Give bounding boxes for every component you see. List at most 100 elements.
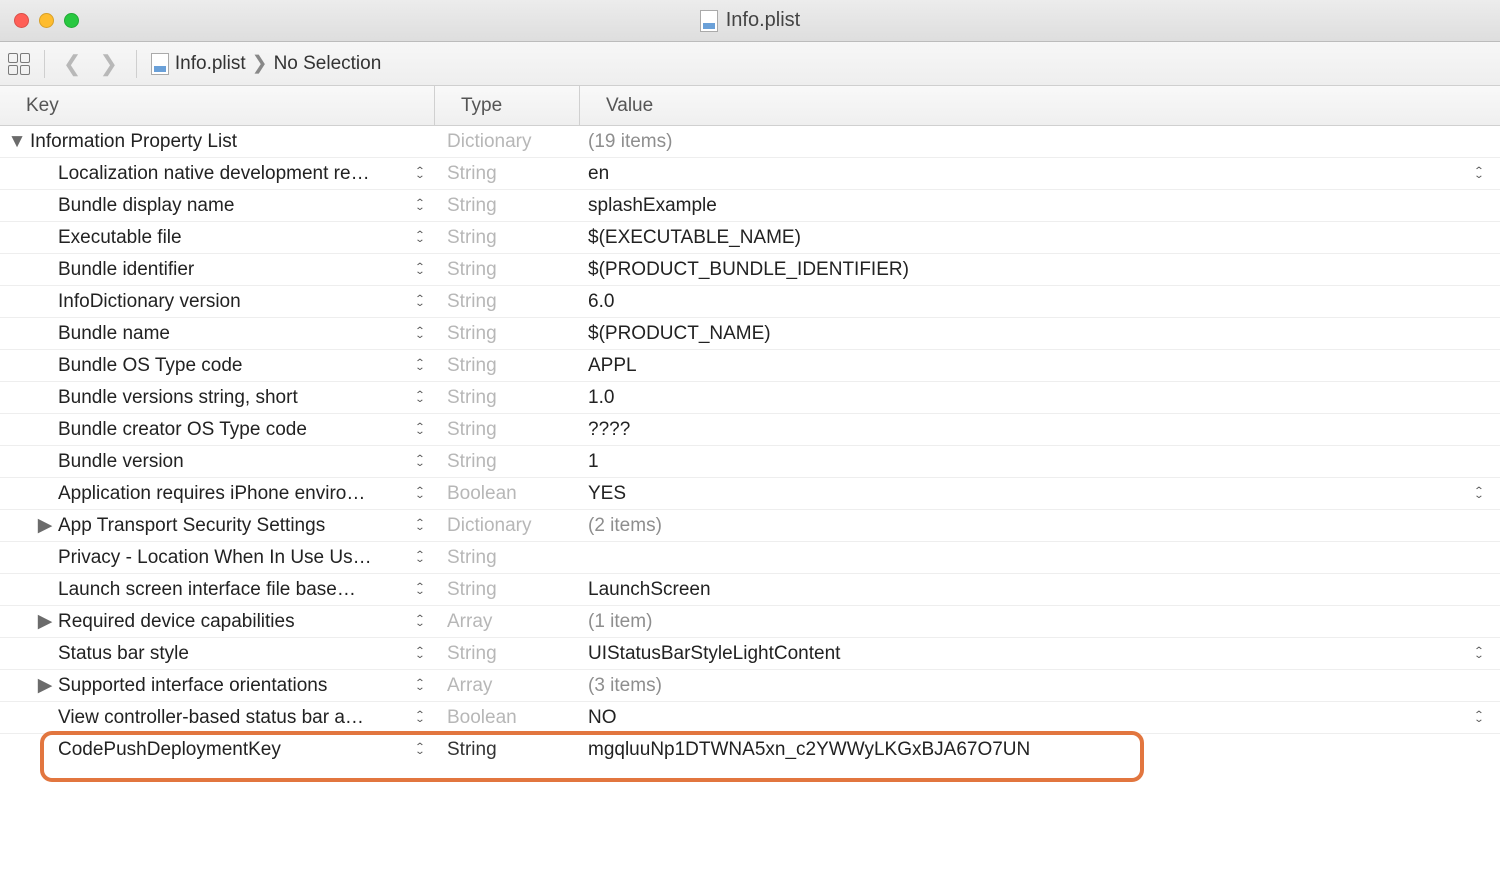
table-row[interactable]: Bundle name String$(PRODUCT_NAME)	[0, 318, 1500, 350]
value-text[interactable]: en	[580, 163, 1500, 185]
table-row[interactable]: Bundle display nameStringsplashExample	[0, 190, 1500, 222]
table-row[interactable]: ▶ App Transport Security Settings Dictiona…	[0, 510, 1500, 542]
key-stepper[interactable]	[413, 709, 427, 727]
nav-forward-button[interactable]: ❯	[95, 51, 121, 77]
value-text[interactable]: YES	[580, 483, 1500, 505]
value-stepper[interactable]	[1472, 645, 1486, 663]
window-titlebar: Info.plist	[0, 0, 1500, 42]
key-stepper[interactable]	[413, 357, 427, 375]
table-row[interactable]: Bundle creator OS Type codeString????	[0, 414, 1500, 446]
key-stepper[interactable]	[413, 581, 427, 599]
key-stepper[interactable]	[413, 421, 427, 439]
key-text: Bundle name	[58, 323, 170, 345]
table-row[interactable]: ▶Required device capabilitiesArray(1 ite…	[0, 606, 1500, 638]
table-row[interactable]: CodePushDeploymentKeyStringmgqluuNp1DTWN…	[0, 734, 1500, 766]
table-row[interactable]: Bundle versionString1	[0, 446, 1500, 478]
plist-file-icon	[151, 53, 169, 75]
value-text[interactable]: 1	[580, 451, 1500, 473]
value-text[interactable]: 6.0	[580, 291, 1500, 313]
value-text[interactable]: ????	[580, 419, 1500, 441]
key-stepper[interactable]	[413, 645, 427, 663]
table-row[interactable]: Bundle OS Type codeStringAPPL	[0, 350, 1500, 382]
value-text[interactable]: (1 item)	[580, 611, 1500, 633]
navigation-bar: ❮ ❯ Info.plist ❯ No Selection	[0, 42, 1500, 86]
key-stepper[interactable]	[413, 325, 427, 343]
key-stepper[interactable]	[413, 453, 427, 471]
key-stepper[interactable]	[413, 517, 427, 535]
key-text: Application requires iPhone enviro…	[58, 483, 365, 505]
value-text[interactable]: $(PRODUCT_BUNDLE_IDENTIFIER)	[580, 259, 1500, 281]
key-stepper[interactable]	[413, 549, 427, 567]
key-stepper[interactable]	[413, 293, 427, 311]
value-text[interactable]: mgqluuNp1DTWNA5xn_c2YWWyLKGxBJA67O7UN	[580, 739, 1500, 761]
zoom-button[interactable]	[64, 13, 79, 28]
table-row[interactable]: Bundle versions string, shortString1.0	[0, 382, 1500, 414]
nav-back-button[interactable]: ❮	[59, 51, 85, 77]
breadcrumb[interactable]: Info.plist ❯ No Selection	[151, 52, 381, 75]
value-text[interactable]: $(PRODUCT_NAME)	[580, 323, 1500, 345]
key-stepper[interactable]	[413, 741, 427, 759]
related-items-icon[interactable]	[8, 53, 30, 75]
value-text[interactable]: (2 items)	[580, 515, 1500, 537]
header-type[interactable]: Type	[435, 86, 580, 125]
value-text[interactable]: NO	[580, 707, 1500, 729]
key-stepper[interactable]	[413, 613, 427, 631]
key-stepper[interactable]	[413, 485, 427, 503]
table-row-root[interactable]: ▼ Information Property List Dictionary (…	[0, 126, 1500, 158]
value-text[interactable]: $(EXECUTABLE_NAME)	[580, 227, 1500, 249]
value-text[interactable]: (3 items)	[580, 675, 1500, 697]
value-text: (19 items)	[580, 131, 1500, 153]
disclosure-triangle-down-icon[interactable]: ▼	[10, 131, 24, 153]
type-text: Dictionary	[435, 515, 580, 537]
value-stepper[interactable]	[1472, 709, 1486, 727]
table-row[interactable]: ▶ Supported interface orientations Array(3…	[0, 670, 1500, 702]
type-text: String	[435, 387, 580, 409]
table-row[interactable]: Launch screen interface file base…String…	[0, 574, 1500, 606]
value-stepper[interactable]	[1472, 485, 1486, 503]
traffic-lights	[0, 13, 79, 28]
key-text: Supported interface orientations	[58, 675, 327, 697]
table-row[interactable]: Status bar styleStringUIStatusBarStyleLi…	[0, 638, 1500, 670]
key-text: App Transport Security Settings	[58, 515, 325, 537]
header-key[interactable]: Key	[0, 86, 435, 125]
type-text: String	[435, 355, 580, 377]
type-text: String	[435, 323, 580, 345]
key-stepper[interactable]	[413, 197, 427, 215]
separator	[44, 50, 45, 78]
key-text: Bundle creator OS Type code	[58, 419, 307, 441]
header-value[interactable]: Value	[580, 86, 1500, 125]
key-text: Bundle display name	[58, 195, 234, 217]
key-stepper[interactable]	[413, 165, 427, 183]
minimize-button[interactable]	[39, 13, 54, 28]
table-row[interactable]: InfoDictionary versionString6.0	[0, 286, 1500, 318]
table-body: ▼ Information Property List Dictionary (…	[0, 126, 1500, 766]
type-text: String	[435, 451, 580, 473]
type-text: String	[435, 579, 580, 601]
key-stepper[interactable]	[413, 389, 427, 407]
value-text[interactable]: UIStatusBarStyleLightContent	[580, 643, 1500, 665]
close-button[interactable]	[14, 13, 29, 28]
table-row[interactable]: Privacy - Location When In Use Us…String	[0, 542, 1500, 574]
disclosure-triangle-right-icon[interactable]: ▶	[38, 514, 52, 537]
window-title-text: Info.plist	[726, 9, 800, 32]
type-text: Boolean	[435, 483, 580, 505]
key-text: Localization native development re…	[58, 163, 370, 185]
value-stepper[interactable]	[1472, 165, 1486, 183]
key-stepper[interactable]	[413, 677, 427, 695]
table-row[interactable]: Localization native development re…Strin…	[0, 158, 1500, 190]
disclosure-triangle-right-icon[interactable]: ▶	[38, 610, 52, 633]
value-text[interactable]: LaunchScreen	[580, 579, 1500, 601]
value-text[interactable]: 1.0	[580, 387, 1500, 409]
table-row[interactable]: Executable fileString$(EXECUTABLE_NAME)	[0, 222, 1500, 254]
value-text[interactable]: APPL	[580, 355, 1500, 377]
table-row[interactable]: Bundle identifierString$(PRODUCT_BUNDLE_…	[0, 254, 1500, 286]
key-stepper[interactable]	[413, 229, 427, 247]
table-row[interactable]: Application requires iPhone enviro… Boole…	[0, 478, 1500, 510]
key-text: Bundle identifier	[58, 259, 194, 281]
value-text[interactable]: splashExample	[580, 195, 1500, 217]
key-stepper[interactable]	[413, 261, 427, 279]
type-text: Array	[435, 675, 580, 697]
disclosure-triangle-right-icon[interactable]: ▶	[38, 674, 52, 697]
table-row[interactable]: View controller-based status bar a…Boole…	[0, 702, 1500, 734]
type-text: Array	[435, 611, 580, 633]
